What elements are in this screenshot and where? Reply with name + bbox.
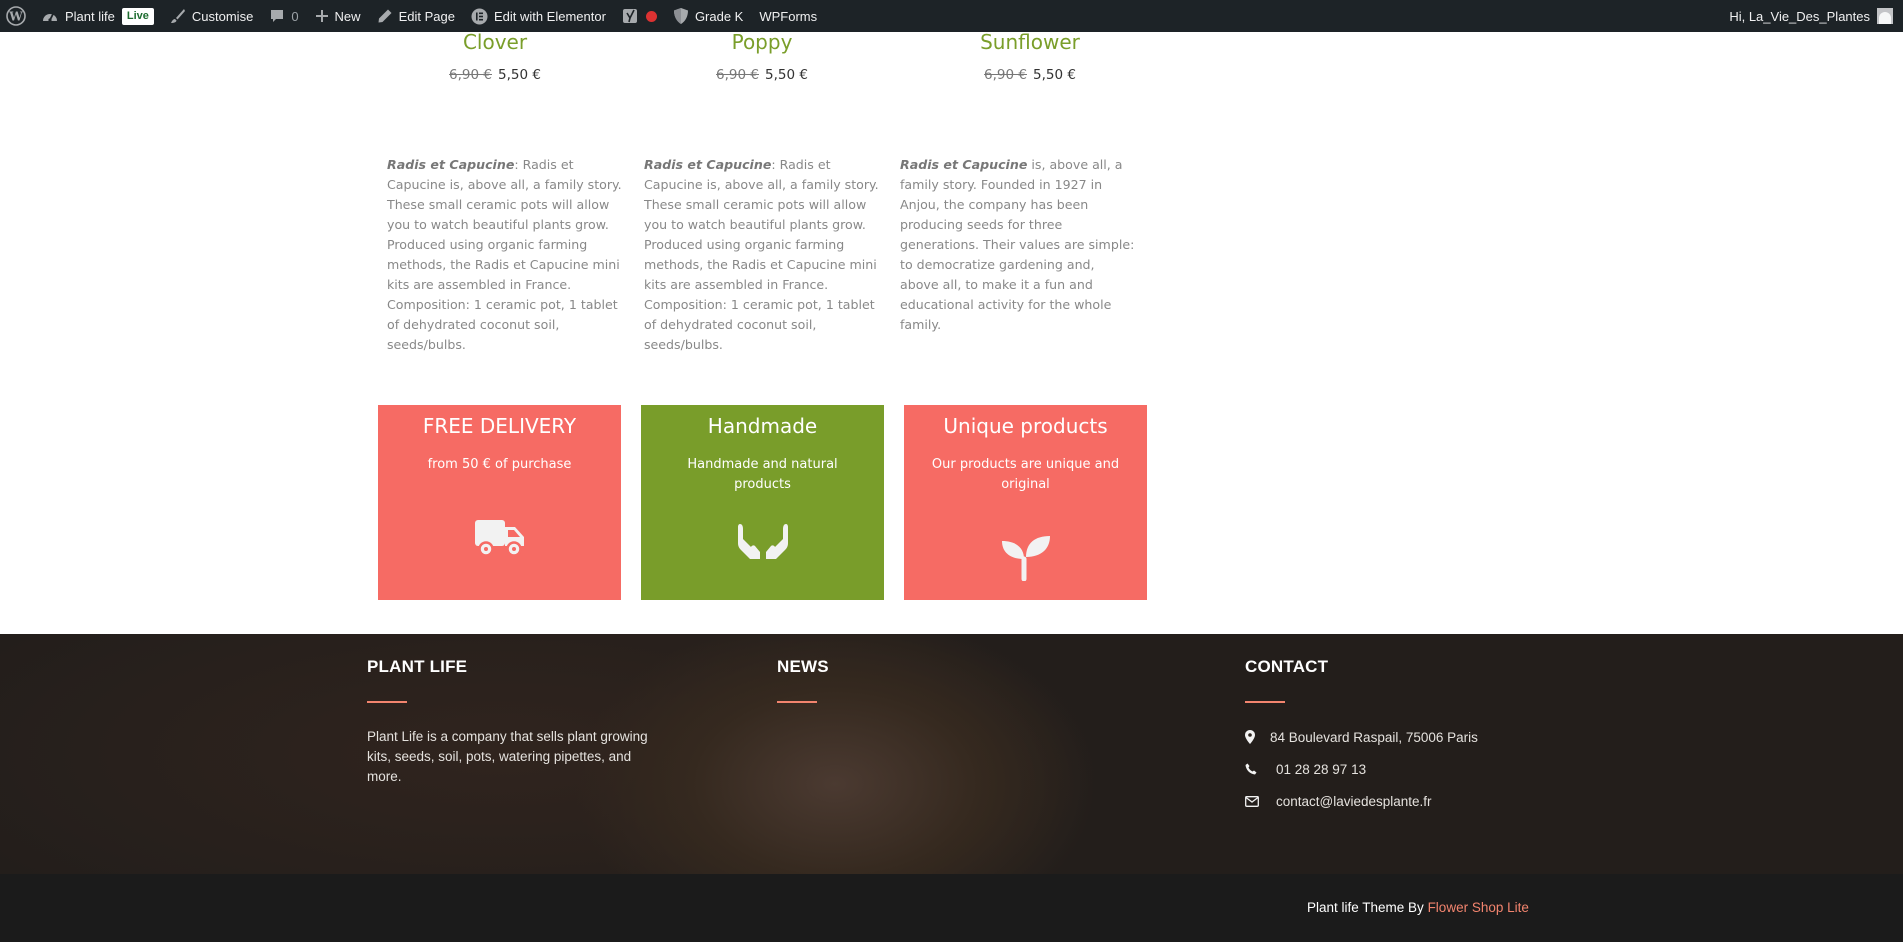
description-text: is, above all, a family story. Founded i… — [900, 157, 1135, 332]
wpforms-menu[interactable]: WPForms — [751, 0, 825, 32]
feature-title: FREE DELIVERY — [422, 414, 577, 438]
site-name-menu[interactable]: Plant life Live — [33, 0, 162, 32]
footer-about-column: PLANT LIFE Plant Life is a company that … — [367, 657, 667, 787]
pencil-icon — [377, 8, 393, 24]
brand-name: Radis et Capucine — [900, 157, 1028, 172]
sale-price: 5,50 € — [765, 67, 808, 83]
footer-news-column: NEWS — [777, 657, 829, 703]
map-marker-icon — [1245, 730, 1270, 744]
site-name-label: Plant life — [65, 8, 115, 24]
sale-price: 5,50 € — [1033, 67, 1076, 83]
phone-icon — [1245, 763, 1276, 775]
yoast-seo-menu[interactable] — [614, 0, 665, 32]
old-price: 6,90 € — [449, 67, 492, 83]
admin-bar-left: W Plant life Live Customise 0 New Edit P… — [0, 0, 825, 32]
contact-list: 84 Boulevard Raspail, 75006 Paris 01 28 … — [1245, 727, 1478, 811]
address-text: 84 Boulevard Raspail, 75006 Paris — [1270, 729, 1478, 745]
admin-bar-right: Hi, La_Vie_Des_Plantes — [1721, 0, 1903, 32]
footer-heading: PLANT LIFE — [367, 657, 468, 676]
truck-icon — [378, 518, 621, 558]
customise-link[interactable]: Customise — [162, 0, 261, 32]
description-text: : Radis et Capucine is, above all, a fam… — [387, 157, 622, 352]
edit-with-elementor-label: Edit with Elementor — [493, 8, 606, 24]
new-label: New — [334, 8, 361, 24]
copyright-text: Plant life Theme By Flower Shop Lite — [1307, 900, 1529, 915]
comments-link[interactable]: 0 — [261, 0, 306, 32]
plus-icon — [315, 9, 329, 23]
svg-text:W: W — [8, 10, 23, 24]
feature-text: from 50 € of purchase — [427, 457, 572, 472]
greeting-label: Hi, La_Vie_Des_Plantes — [1729, 8, 1870, 24]
seedling-icon — [904, 535, 1147, 581]
feature-text: Our products are unique and original — [931, 457, 1120, 492]
footer-contact-column: CONTACT 84 Boulevard Raspail, 75006 Pari… — [1245, 657, 1478, 811]
product-name[interactable]: Sunflower — [940, 30, 1120, 54]
envelope-icon — [1245, 795, 1276, 807]
avatar — [1877, 8, 1893, 24]
contact-phone: 01 28 28 97 13 — [1245, 759, 1478, 779]
my-account-menu[interactable]: Hi, La_Vie_Des_Plantes — [1721, 0, 1903, 32]
dashboard-icon — [41, 8, 59, 24]
wordpress-logo-icon[interactable]: W — [0, 0, 33, 32]
product-description: Radis et Capucine: Radis et Capucine is,… — [387, 155, 623, 355]
old-price: 6,90 € — [716, 67, 759, 83]
product-price: 6,90 € 5,50 € — [405, 67, 585, 83]
footer-heading: CONTACT — [1245, 657, 1329, 676]
edit-page-link[interactable]: Edit Page — [369, 0, 463, 32]
live-badge: Live — [121, 7, 154, 25]
brush-icon — [170, 8, 186, 24]
seo-status-dot — [645, 10, 657, 22]
brand-name: Radis et Capucine — [387, 157, 515, 172]
yoast-icon — [622, 7, 640, 25]
edit-with-elementor-link[interactable]: Edit with Elementor — [463, 0, 614, 32]
shield-icon — [673, 7, 689, 25]
feature-handmade: Handmade Handmade and natural products — [641, 405, 884, 600]
feature-unique-products: Unique products Our products are unique … — [904, 405, 1147, 600]
grade-label: Grade K — [694, 8, 744, 24]
comment-icon — [269, 8, 285, 24]
hands-icon — [641, 522, 884, 560]
admin-bar: W Plant life Live Customise 0 New Edit P… — [0, 0, 1903, 32]
heading-underline — [1245, 701, 1285, 703]
site-footer: PLANT LIFE Plant Life is a company that … — [0, 634, 1903, 874]
contact-email: contact@laviedesplante.fr — [1245, 791, 1478, 811]
product-name[interactable]: Poppy — [672, 30, 852, 54]
elementor-icon — [471, 8, 488, 25]
product-description: Radis et Capucine is, above all, a famil… — [900, 155, 1136, 335]
email-text[interactable]: contact@laviedesplante.fr — [1276, 794, 1432, 809]
product-description: Radis et Capucine: Radis et Capucine is,… — [644, 155, 880, 355]
feature-free-delivery: FREE DELIVERY from 50 € of purchase — [378, 405, 621, 600]
wpforms-label: WPForms — [759, 8, 818, 24]
copyright-label: Plant life Theme By — [1307, 900, 1428, 915]
feature-title: Unique products — [943, 414, 1108, 438]
grade-menu[interactable]: Grade K — [665, 0, 751, 32]
footer-about-text: Plant Life is a company that sells plant… — [367, 729, 648, 784]
comments-count: 0 — [291, 8, 299, 24]
contact-address: 84 Boulevard Raspail, 75006 Paris — [1245, 727, 1478, 747]
feature-text: Handmade and natural products — [687, 457, 838, 492]
product-price: 6,90 € 5,50 € — [940, 67, 1120, 83]
customise-label: Customise — [191, 8, 254, 24]
heading-underline — [777, 701, 817, 703]
copyright-bar: Plant life Theme By Flower Shop Lite — [0, 874, 1903, 942]
heading-underline — [367, 701, 407, 703]
phone-text[interactable]: 01 28 28 97 13 — [1276, 762, 1366, 777]
edit-page-label: Edit Page — [398, 8, 455, 24]
product-price: 6,90 € 5,50 € — [672, 67, 852, 83]
description-text: : Radis et Capucine is, above all, a fam… — [644, 157, 879, 352]
sale-price: 5,50 € — [498, 67, 541, 83]
old-price: 6,90 € — [984, 67, 1027, 83]
brand-name: Radis et Capucine — [644, 157, 772, 172]
footer-heading: NEWS — [777, 657, 829, 676]
new-content-menu[interactable]: New — [307, 0, 369, 32]
theme-link[interactable]: Flower Shop Lite — [1428, 900, 1529, 915]
feature-title: Handmade — [707, 414, 818, 438]
product-name[interactable]: Clover — [405, 30, 585, 54]
